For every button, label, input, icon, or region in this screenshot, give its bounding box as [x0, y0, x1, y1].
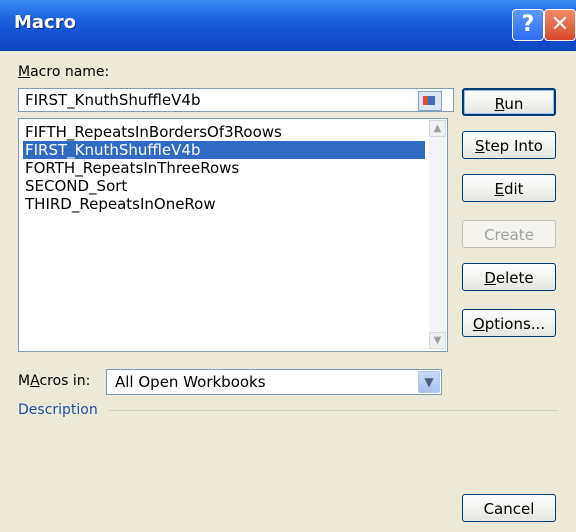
close-icon: ✕ — [550, 12, 570, 37]
description-divider — [108, 410, 558, 411]
options-button[interactable]: Options... — [462, 309, 556, 337]
step-into-button[interactable]: Step Into — [462, 131, 556, 159]
list-item-selected[interactable]: FIRST_KnuthShuffleV4b — [23, 141, 425, 159]
macro-dialog: Macro ? ✕ Macro name: FIRST_KnuthShuffle… — [0, 0, 576, 532]
list-item[interactable]: FORTH_RepeatsInThreeRows — [23, 159, 425, 177]
scroll-up-icon[interactable]: ▲ — [429, 120, 446, 137]
edit-button[interactable]: Edit — [462, 174, 556, 202]
macro-name-input[interactable]: FIRST_KnuthShuffleV4b — [18, 88, 454, 112]
collapse-dialog-icon[interactable] — [418, 91, 442, 111]
close-button[interactable]: ✕ — [544, 9, 576, 41]
list-item[interactable]: SECOND_Sort — [23, 177, 425, 195]
delete-button[interactable]: Delete — [462, 263, 556, 291]
macros-in-value: All Open Workbooks — [115, 373, 266, 391]
list-item[interactable]: THIRD_RepeatsInOneRow — [23, 195, 425, 213]
run-button[interactable]: Run — [462, 88, 556, 116]
create-button[interactable]: Create — [462, 220, 556, 248]
description-label: Description — [18, 402, 98, 418]
macros-in-label: MAcros in: — [18, 373, 91, 389]
cancel-button[interactable]: Cancel — [462, 494, 556, 522]
chevron-down-icon[interactable]: ▼ — [418, 371, 440, 393]
window-title: Macro — [14, 12, 76, 33]
scroll-down-icon[interactable]: ▼ — [429, 332, 446, 349]
list-item[interactable]: FIFTH_RepeatsInBordersOf3Roows — [23, 123, 425, 141]
macros-in-dropdown[interactable]: All Open Workbooks ▼ — [106, 369, 442, 395]
list-scrollbar[interactable]: ▲ ▼ — [429, 120, 446, 349]
macro-name-label: Macro name: — [18, 64, 110, 80]
title-bar: Macro ? ✕ — [0, 0, 576, 51]
help-icon: ? — [521, 12, 535, 37]
macro-list[interactable]: FIFTH_RepeatsInBordersOf3Roows FIRST_Knu… — [18, 118, 448, 352]
help-button[interactable]: ? — [512, 9, 544, 41]
